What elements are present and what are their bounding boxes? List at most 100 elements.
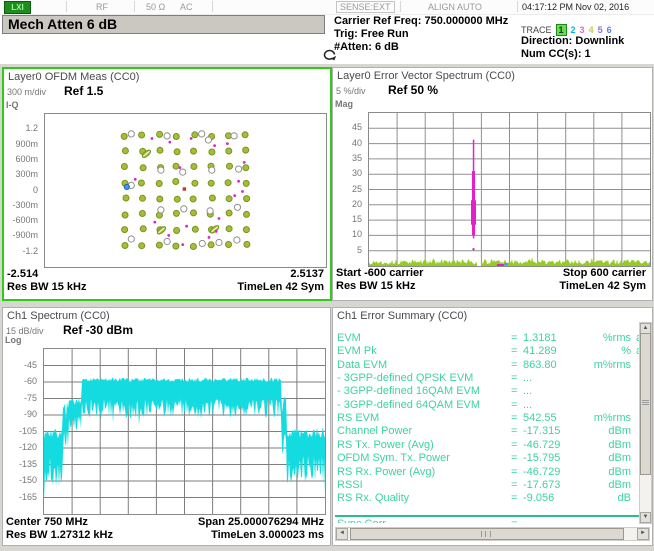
status-bar: LXI RF 50 Ω AC SENSE:EXT ALIGN AUTO 04:1… [0, 0, 654, 15]
panel-footer: Res BW 15 kHz TimeLen 42 Sym [7, 281, 324, 293]
vertical-scrollbar[interactable]: ▲ ▼ [639, 322, 652, 524]
divider [134, 1, 135, 12]
trace-number-4[interactable]: 4 [589, 25, 594, 35]
summary-val: 542.55 [523, 412, 557, 424]
panel-ch1-spectrum[interactable]: Ch1 Spectrum (CC0) 15 dB/div Ref -30 dBm… [2, 307, 331, 546]
summary-val: -46.729 [523, 466, 560, 478]
summary-row: RSSI=-17.673dBm [337, 479, 638, 492]
summary-val: -9.056 [523, 492, 554, 504]
evs-plot [368, 112, 651, 267]
summary-label: Data EVM [337, 359, 387, 371]
scroll-right-arrow[interactable]: ► [637, 528, 649, 540]
summary-eq: = [511, 399, 517, 411]
continuous-sweep-icon [320, 48, 340, 62]
carrier-ref-freq: Carrier Ref Freq: 750.000000 MHz [334, 15, 508, 27]
y-axis-ticks: 1.2900m600m300m0-300m-600m-900m-1.2 [4, 113, 41, 266]
res-bw: Res BW 15 kHz [336, 280, 415, 292]
vertical-scrollbar-thumb[interactable] [640, 333, 651, 475]
y-tick-label: 0 [33, 185, 38, 195]
res-bw: Res BW 1.27312 kHz [6, 529, 113, 541]
panel-error-summary[interactable]: Ch1 Error Summary (CC0) EVM=1.3181%rmsat… [332, 307, 653, 546]
num-cc-readout: Num CC(s): 1 [521, 48, 591, 60]
y-tick-label: -600m [12, 215, 38, 225]
scroll-down-arrow[interactable]: ▼ [640, 512, 651, 523]
trace-number-2[interactable]: 2 [571, 25, 576, 35]
time-len: TimeLen 42 Sym [237, 281, 324, 293]
horizontal-scrollbar[interactable]: ◄ ► [335, 527, 650, 541]
summary-label: OFDM Sym. Tx. Power [337, 452, 450, 464]
align-indicator: ALIGN AUTO [428, 2, 482, 12]
scale-per-div: 300 m/div [7, 87, 46, 97]
y-tick-label: 300m [15, 169, 38, 179]
sense-indicator: SENSE:EXT [336, 1, 395, 13]
summary-row: RS Rx. Quality=-9.056dB [337, 492, 638, 505]
y-tick-label: -300m [12, 200, 38, 210]
summary-eq: = [511, 479, 517, 491]
active-function-bar: Mech Atten 6 dB [2, 15, 325, 34]
summary-unit: dBm [561, 466, 631, 478]
summary-row: EVM=1.3181%rmsat [337, 332, 638, 345]
divider [212, 1, 213, 12]
y-tick-label: 25 [352, 184, 362, 194]
summary-label: - 3GPP-defined 16QAM EVM [337, 385, 480, 397]
constellation-plot [44, 113, 327, 268]
y-tick-label: 600m [15, 154, 38, 164]
summary-unit: dB [561, 492, 631, 504]
spectrum-plot [43, 348, 326, 515]
y-tick-label: -900m [12, 230, 38, 240]
summary-row: RS Tx. Power (Avg) = -46.729dBm [337, 439, 638, 452]
y-tick-label: 5 [357, 245, 362, 255]
y-tick-label: -120 [19, 442, 37, 452]
scrollbar-grip [642, 400, 649, 405]
trace-label: TRACE [521, 25, 552, 35]
panel-ofdm-constellation[interactable]: Layer0 OFDM Meas (CC0) 300 m/div Ref 1.5… [2, 67, 332, 301]
ref-level: Ref 50 % [388, 83, 438, 97]
y-tick-label: -75 [24, 393, 37, 403]
x-min: -2.514 [7, 268, 38, 280]
y-tick-label: 900m [15, 139, 38, 149]
y-tick-label: 40 [352, 138, 362, 148]
y-tick-label: -105 [19, 426, 37, 436]
y-tick-label: 1.2 [25, 123, 38, 133]
horizontal-scrollbar-thumb[interactable] [350, 528, 624, 540]
summary-label: RS Tx. Power (Avg) [337, 439, 434, 451]
y-tick-label: 45 [352, 122, 362, 132]
summary-unit: m%rms [561, 412, 631, 424]
summary-unit: dBm [561, 439, 631, 451]
y-tick-label: 10 [352, 229, 362, 239]
panel-title: Layer0 Error Vector Spectrum (CC0) [337, 70, 515, 82]
scroll-left-arrow[interactable]: ◄ [336, 528, 348, 540]
lxi-badge: LXI [4, 1, 31, 14]
summary-partial-text: Sync Corr [337, 518, 386, 523]
summary-label: RSSI [337, 479, 363, 491]
x-max: 2.5137 [290, 268, 324, 280]
summary-label: Channel Power [337, 425, 412, 437]
direction-readout: Direction: Downlink [521, 35, 624, 47]
summary-eq: = [511, 439, 517, 451]
span: Span 25.000076294 MHz [198, 516, 324, 528]
summary-val: -17.673 [523, 479, 560, 491]
summary-label: RS Rx. Power (Avg) [337, 466, 435, 478]
panel-error-vector-spectrum[interactable]: Layer0 Error Vector Spectrum (CC0) 5 %/d… [332, 67, 653, 301]
summary-unit: dBm [561, 425, 631, 437]
y-tick-label: -135 [19, 459, 37, 469]
table-rule [335, 515, 640, 517]
divider [517, 1, 518, 12]
summary-val: ... [523, 372, 532, 384]
y-tick-label: 35 [352, 153, 362, 163]
summary-eq: = [511, 359, 517, 371]
x-start: Start -600 carrier [336, 267, 423, 279]
y-axis-ticks: -45-60-75-90-105-120-135-150-165 [3, 348, 40, 513]
trace-number-5[interactable]: 5 [598, 25, 603, 35]
summary-row: Data EVM=863.80m%rms [337, 359, 638, 372]
summary-val: -46.729 [523, 439, 560, 451]
ref-level: Ref 1.5 [64, 84, 103, 98]
y-tick-label: -150 [19, 475, 37, 485]
y-tick-label: -165 [19, 492, 37, 502]
summary-eq: = [511, 372, 517, 384]
trace-number-3[interactable]: 3 [580, 25, 585, 35]
summary-row: - 3GPP-defined 16QAM EVM=... [337, 385, 638, 398]
trace-number-6[interactable]: 6 [607, 25, 612, 35]
panel-title: Layer0 OFDM Meas (CC0) [8, 71, 139, 83]
summary-row: EVM Pk=41.289%at [337, 345, 638, 358]
